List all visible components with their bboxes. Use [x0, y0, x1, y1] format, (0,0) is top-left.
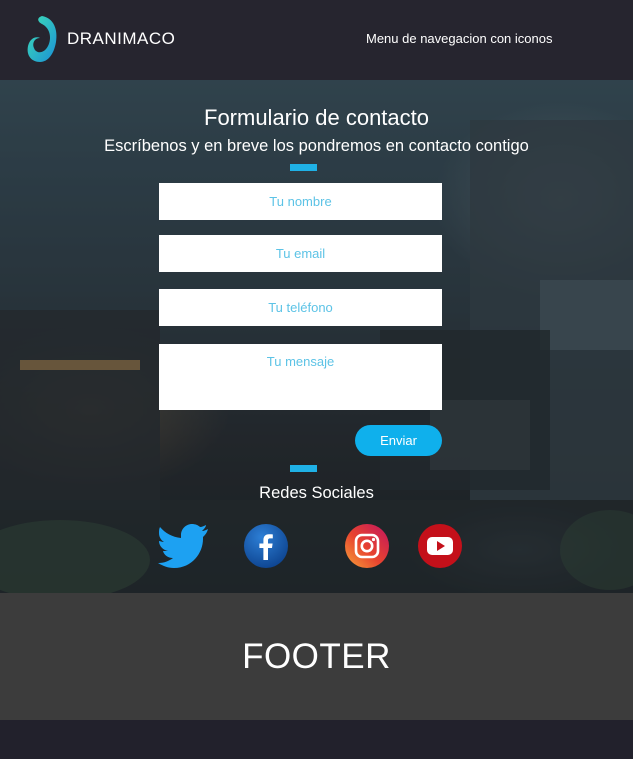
header: DRANIMACO Menu de navegacion con iconos	[0, 0, 633, 80]
message-textarea[interactable]: Tu mensaje	[159, 344, 442, 410]
send-button[interactable]: Enviar	[355, 425, 442, 456]
name-input[interactable]: Tu nombre	[159, 183, 442, 220]
email-input[interactable]: Tu email	[159, 235, 442, 272]
nav-menu[interactable]: Menu de navegacion con iconos	[366, 31, 552, 46]
bottom-band	[0, 720, 633, 759]
facebook-icon[interactable]	[243, 523, 289, 569]
phone-input[interactable]: Tu teléfono	[159, 289, 442, 326]
brand-name[interactable]: DRANIMACO	[67, 29, 175, 49]
footer: FOOTER	[0, 593, 633, 720]
form-subtitle: Escríbenos y en breve los pondremos en c…	[104, 137, 529, 155]
twitter-icon[interactable]	[158, 523, 210, 569]
form-title: Formulario de contacto	[204, 105, 429, 130]
instagram-icon[interactable]	[344, 523, 390, 569]
hero-overlay	[0, 80, 633, 593]
social-accent-bar	[290, 465, 317, 472]
title-accent-bar	[290, 164, 317, 171]
youtube-icon[interactable]	[417, 523, 463, 569]
contact-section: Formulario de contacto Escríbenos y en b…	[0, 80, 633, 593]
footer-text: FOOTER	[242, 637, 391, 676]
social-title: Redes Sociales	[259, 484, 374, 502]
dragon-logo-icon[interactable]	[24, 14, 60, 64]
